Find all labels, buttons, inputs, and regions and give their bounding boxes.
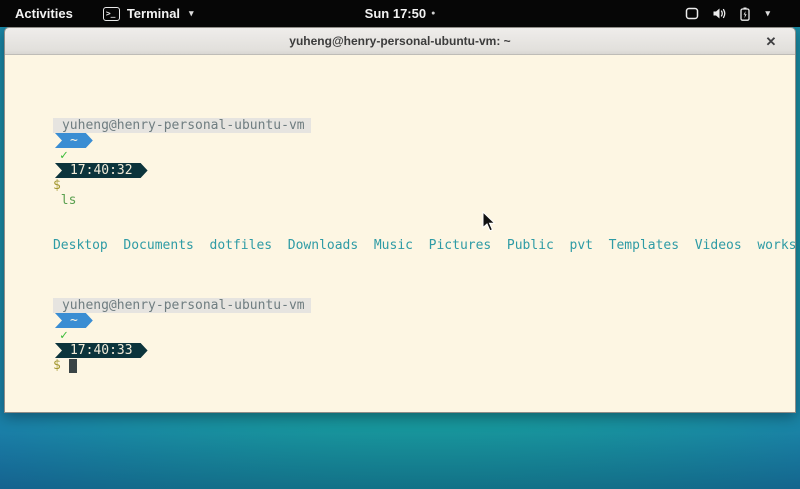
chevron-down-icon[interactable]: ▾ [765,8,770,19]
directory-name: Public [507,238,554,253]
directory-name: Downloads [288,238,358,253]
directory-name: Pictures [429,238,492,253]
prompt-line-2: yuheng@henry-personal-ubuntu-vm ~ ✓ 17:4… [6,283,795,298]
volume-icon[interactable] [712,7,727,20]
activities-button[interactable]: Activities [11,4,77,23]
window-titlebar[interactable]: yuheng@henry-personal-ubuntu-vm: ~ ✕ [5,28,795,55]
screen-icon[interactable] [685,7,699,20]
terminal-cursor [69,359,77,373]
status-check-icon: ✓ [60,328,68,343]
directory-name: Documents [123,238,193,253]
directory-name: pvt [570,238,593,253]
gnome-top-bar: Activities >_ Terminal ▾ Sun 17:50 ● [0,0,800,27]
prompt-time-segment: 17:40:33 [55,343,148,358]
prompt-path-segment: ~ [55,133,93,148]
app-menu-terminal[interactable]: >_ Terminal ▾ [103,6,194,21]
typed-command: ls [61,193,77,208]
prompt-line-1: yuheng@henry-personal-ubuntu-vm ~ ✓ 17:4… [6,103,795,118]
directory-name: dotfiles [210,238,273,253]
system-status-area[interactable]: ▾ [685,7,770,21]
terminal-icon: >_ [103,7,120,21]
clock-button[interactable]: Sun 17:50 ● [365,6,436,21]
ls-output-line: DesktopDocumentsdotfilesDownloadsMusicPi… [6,223,795,238]
chevron-down-icon: ▾ [189,8,194,19]
prompt-user-segment: yuheng@henry-personal-ubuntu-vm [53,118,311,133]
window-title: yuheng@henry-personal-ubuntu-vm: ~ [289,34,510,48]
battery-charging-icon[interactable] [740,7,750,21]
close-icon[interactable]: ✕ [760,28,782,55]
status-check-icon: ✓ [60,148,68,163]
directory-name: Videos [695,238,742,253]
prompt-path-segment: ~ [55,313,93,328]
directory-name: Desktop [53,238,108,253]
prompt-user-segment: yuheng@henry-personal-ubuntu-vm [53,298,311,313]
clock-label: Sun 17:50 [365,6,426,21]
directory-name: workspace [757,238,796,253]
directory-name: Music [374,238,413,253]
notification-dot-icon: ● [431,10,435,17]
prompt-symbol: $ [53,358,61,373]
directory-name: Templates [609,238,679,253]
prompt-symbol: $ [53,178,61,193]
app-menu-label: Terminal [127,6,180,21]
terminal-window: yuheng@henry-personal-ubuntu-vm: ~ ✕ yuh… [4,27,796,413]
terminal-content[interactable]: yuheng@henry-personal-ubuntu-vm ~ ✓ 17:4… [5,55,795,412]
prompt-time-segment: 17:40:32 [55,163,148,178]
